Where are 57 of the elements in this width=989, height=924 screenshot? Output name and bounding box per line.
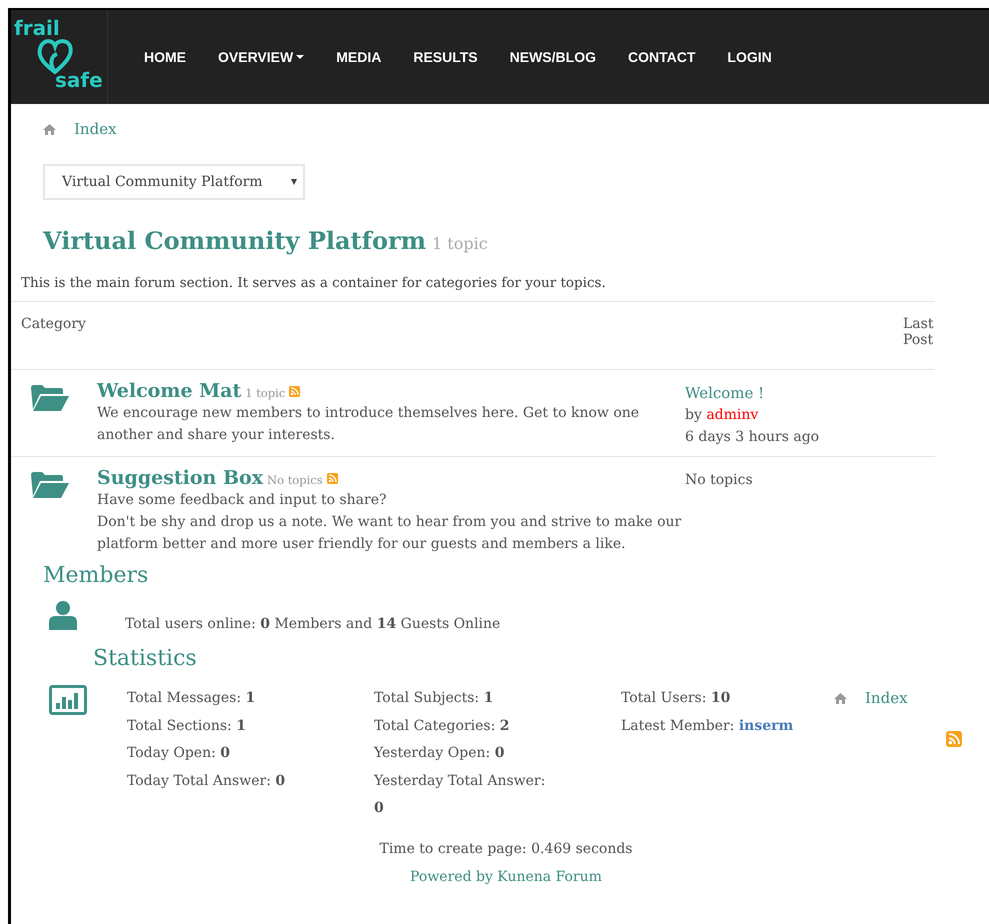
statistic: Total Messages: 1 xyxy=(127,689,256,708)
caret-icon xyxy=(296,55,304,59)
user-icon xyxy=(49,600,77,630)
category-description: We encourage new members to introduce themselves here. Get to know one another and share your interests. xyxy=(97,404,640,445)
member-link[interactable]: inserm xyxy=(738,718,794,734)
category-description: Don't be shy and drop us a note. We want to hear from you and strive to make our platform better and more user friendly for our guests and members a like. xyxy=(97,513,682,554)
logo-text: frail xyxy=(14,16,60,40)
category-description: Have some feedback and input to share? xyxy=(97,491,388,510)
statistic: Yesterday Open: 0 xyxy=(374,744,506,763)
rss-icon[interactable] xyxy=(946,731,962,747)
statistic: Total Categories: 2 xyxy=(374,716,510,736)
nav-link[interactable]: HOME xyxy=(128,41,202,73)
statistic: Total Sections: 1 xyxy=(127,716,247,736)
logo[interactable]: frail safe xyxy=(11,10,108,104)
page-time-text: Time to create page: 0.469 seconds xyxy=(379,840,632,858)
topic-count: 1 topic xyxy=(432,234,488,253)
breadcrumb-link[interactable]: Index xyxy=(865,685,908,712)
post-time: 6 days 3 hours ago xyxy=(685,428,820,447)
powered-by-link[interactable]: Powered by Kunena Forum xyxy=(410,862,602,890)
author-label: by xyxy=(685,407,702,423)
home-icon xyxy=(43,124,56,134)
category-link[interactable]: Suggestion Box xyxy=(97,467,264,489)
category-link[interactable]: Welcome Mat xyxy=(97,380,242,402)
nav-link[interactable]: NEWS/BLOG xyxy=(494,41,612,73)
statistic-label: Latest Member: xyxy=(621,718,734,734)
rss-icon[interactable] xyxy=(326,473,338,484)
column-header: Last Post xyxy=(903,315,934,350)
nav-link[interactable]: OVERVIEW xyxy=(202,41,320,73)
topic-count: No topics xyxy=(267,473,323,487)
statistic: Today Open: 0 xyxy=(127,744,232,763)
author-link[interactable]: adminv xyxy=(706,407,758,423)
logo-text: safe xyxy=(55,68,103,92)
forum-title: Virtual Community Platform xyxy=(43,226,426,255)
statistic: Total Subjects: 1 xyxy=(374,689,494,708)
nav-link[interactable]: RESULTS xyxy=(397,41,494,73)
column-header: Category xyxy=(20,315,86,334)
nav-link[interactable]: CONTACT xyxy=(612,41,712,73)
category-dropdown[interactable]: Virtual Community Platform xyxy=(43,164,305,200)
caret-icon xyxy=(291,179,297,185)
statistic: Yesterday Total Answer: 0 xyxy=(374,772,546,818)
nav-link[interactable]: MEDIA xyxy=(320,41,398,73)
statistic: Today Total Answer: 0 xyxy=(127,772,286,790)
section-title: Statistics xyxy=(93,646,198,671)
folder-icon xyxy=(31,385,69,411)
bar-chart-icon xyxy=(49,685,87,715)
folder-icon xyxy=(31,472,69,498)
breadcrumb-link[interactable]: Index xyxy=(74,120,117,138)
topic-count: 1 topic xyxy=(245,386,286,400)
forum-description: This is the main forum section. It serves as a container for categories for your topics. xyxy=(21,275,607,291)
post-link[interactable]: Welcome ! xyxy=(685,382,820,404)
rss-icon[interactable] xyxy=(289,386,300,397)
statistic: Total Users: 10 xyxy=(621,689,732,708)
nav-link[interactable]: LOGIN xyxy=(711,41,788,73)
section-title: Members xyxy=(43,563,150,588)
no-topics-text: No topics xyxy=(685,471,753,490)
online-users-text: Total users online: 0 Members and 14 Guests Online xyxy=(125,616,500,632)
home-icon xyxy=(834,693,847,704)
